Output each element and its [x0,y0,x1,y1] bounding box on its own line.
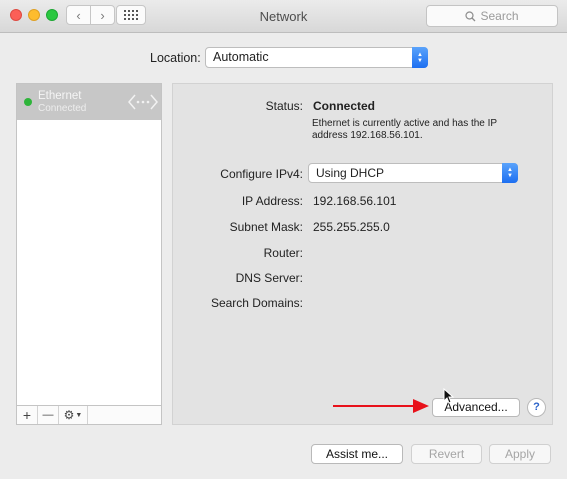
help-button[interactable]: ? [527,398,546,417]
search-field[interactable]: Search [426,5,558,27]
service-list-toolbar: + — ⚙ ▼ [16,406,162,425]
dns-server-label: DNS Server: [235,271,303,285]
annotation-arrow-icon [333,399,429,413]
ip-address-value: 192.168.56.101 [313,194,397,208]
service-name: Ethernet [38,90,82,102]
ip-address-label: IP Address: [241,194,303,208]
action-menu-button[interactable]: ⚙ ▼ [59,406,88,424]
location-popup[interactable]: Automatic ▲ ▼ [205,47,428,68]
search-icon [465,10,476,21]
chevron-down-icon: ▼ [75,411,83,419]
configure-ipv4-popup[interactable]: Using DHCP ▲ ▼ [308,163,518,183]
plus-icon: + [22,407,32,423]
mouse-cursor-icon [443,388,455,404]
remove-service-button[interactable]: — [38,406,59,424]
minus-icon: — [42,409,54,421]
revert-button[interactable]: Revert [411,444,482,464]
subnet-mask-value: 255.255.255.0 [313,220,390,234]
location-label: Location: [150,51,201,65]
status-description: Ethernet is currently active and has the… [312,118,497,141]
search-domains-label: Search Domains: [210,296,303,310]
search-placeholder: Search [480,9,519,23]
status-dot-icon [24,98,32,106]
assist-me-button[interactable]: Assist me... [311,444,403,464]
status-value: Connected [313,99,376,113]
configure-ipv4-value: Using DHCP [316,166,385,180]
gear-icon: ⚙ [63,408,75,422]
service-item-ethernet[interactable]: Ethernet Connected [17,84,161,120]
configure-ipv4-label: Configure IPv4: [220,167,303,181]
popup-arrows-icon: ▲ ▼ [412,47,428,68]
status-label: Status: [265,99,303,113]
router-label: Router: [263,246,303,260]
popup-arrows-icon: ▲ ▼ [502,163,518,183]
add-service-button[interactable]: + [17,406,38,424]
apply-button[interactable]: Apply [489,444,551,464]
service-list: Ethernet Connected [16,83,162,406]
subnet-mask-label: Subnet Mask: [229,220,303,234]
location-value: Automatic [213,50,269,64]
service-status: Connected [38,103,87,114]
